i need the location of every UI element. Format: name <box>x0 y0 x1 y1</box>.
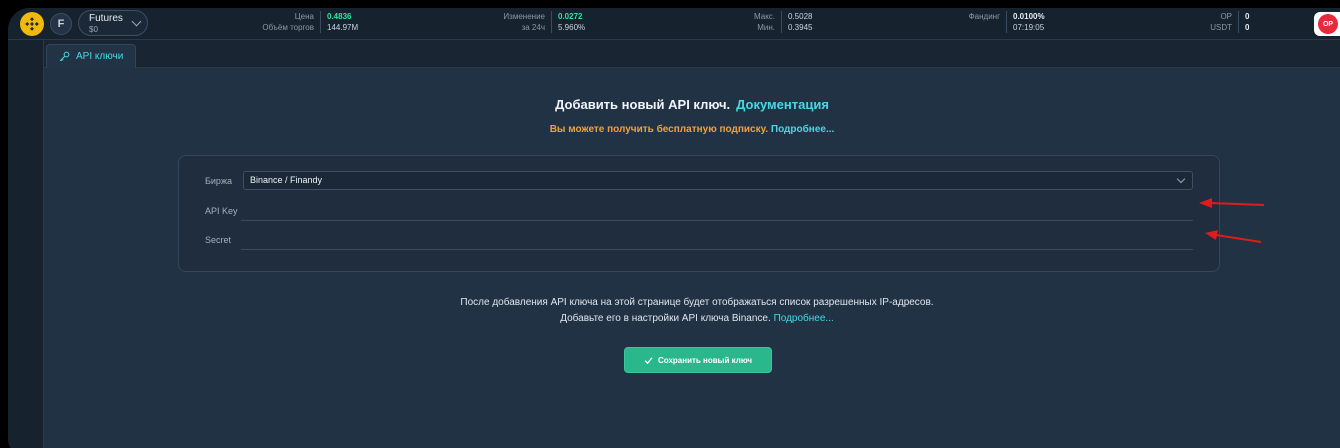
ip-info-line1: После добавления API ключа на этой стран… <box>460 297 934 308</box>
stat-change-value: 0.0272 <box>558 12 583 21</box>
page-title-text: Добавить новый API ключ. <box>555 97 731 112</box>
futures-mode-icon[interactable]: F <box>50 13 72 35</box>
coin-badge-label: OP <box>1318 14 1338 34</box>
exchange-select[interactable]: Binance / Finandy <box>243 171 1193 190</box>
api-key-label: API Key <box>205 206 238 216</box>
stat-volume-label: Объём торгов <box>262 23 314 32</box>
stat-op-value: 0 <box>1245 12 1250 21</box>
documentation-link[interactable]: Документация <box>736 97 829 112</box>
save-new-key-label: Сохранить новый ключ <box>657 355 753 365</box>
exchange-row: Биржа Binance / Finandy <box>205 171 1193 193</box>
stat-funding-label: Фандинг <box>968 12 1000 21</box>
stat-price-label: Цена <box>294 12 314 21</box>
secret-input[interactable] <box>241 230 1193 250</box>
stat-funding-countdown: 07:19:05 <box>1013 23 1045 32</box>
secret-label: Secret <box>205 235 232 245</box>
app-window: F Futures $0 Цена Объём торгов 0.4836 14… <box>0 0 1340 448</box>
app-frame: F Futures $0 Цена Объём торгов 0.4836 14… <box>8 8 1340 448</box>
tab-bar: API ключи <box>44 40 1340 68</box>
tab-api-keys[interactable]: API ключи <box>46 44 137 68</box>
chevron-down-icon <box>1176 174 1186 184</box>
stat-24h-label: за 24ч <box>521 23 545 32</box>
exchange-label: Биржа <box>205 176 232 186</box>
stat-low-label: Мин. <box>757 23 775 32</box>
tab-api-keys-label: API ключи <box>76 51 124 62</box>
market-select[interactable]: Futures $0 <box>78 10 148 36</box>
ip-info-line2-row: Добавьте его в настройки API ключа Binan… <box>44 311 1340 327</box>
api-key-row: API Key <box>205 201 1193 223</box>
stat-usdt-value: 0 <box>1245 23 1250 32</box>
stat-price-value: 0.4836 <box>327 12 352 21</box>
stat-volume-value: 144.97M <box>327 23 359 32</box>
binance-logo-icon[interactable] <box>20 12 44 36</box>
key-icon <box>59 51 70 62</box>
left-sidebar <box>8 40 44 448</box>
promo-more-link[interactable]: Подробнее... <box>771 124 834 135</box>
ip-info-line2: Добавьте его в настройки API ключа Binan… <box>560 313 771 324</box>
save-new-key-button[interactable]: Сохранить новый ключ <box>624 347 772 373</box>
stat-change-label: Изменение <box>503 12 545 21</box>
ticker-bar: F Futures $0 Цена Объём торгов 0.4836 14… <box>8 8 1340 40</box>
exchange-select-value: Binance / Finandy <box>250 175 323 185</box>
api-key-input[interactable] <box>241 201 1193 221</box>
market-name: Futures <box>89 13 123 24</box>
stat-funding-value: 0.0100% <box>1013 12 1045 21</box>
ip-info: После добавления API ключа на этой стран… <box>44 295 1340 327</box>
stat-high-label: Макс. <box>753 12 775 21</box>
promo-text: Вы можете получить бесплатную подписку. <box>549 124 769 135</box>
stat-low-value: 0.3945 <box>788 23 813 32</box>
coin-badge[interactable]: OP <box>1314 12 1340 36</box>
stat-usdt-label: USDT <box>1210 23 1232 32</box>
main-content: Добавить новый API ключ. Документация Вы … <box>44 68 1340 448</box>
checkmark-icon <box>644 356 653 364</box>
page-title: Добавить новый API ключ. Документация <box>44 97 1340 112</box>
secret-row: Secret <box>205 230 1193 252</box>
subscription-promo: Вы можете получить бесплатную подписку. … <box>44 124 1340 135</box>
api-key-form: Биржа Binance / Finandy API Key Secret <box>178 155 1220 272</box>
stat-change-percent: 5.960% <box>558 23 586 32</box>
market-balance: $0 <box>89 25 98 34</box>
stat-op-label: OP <box>1220 12 1232 21</box>
stat-high-value: 0.5028 <box>788 12 813 21</box>
ip-info-more-link[interactable]: Подробнее... <box>774 313 834 324</box>
